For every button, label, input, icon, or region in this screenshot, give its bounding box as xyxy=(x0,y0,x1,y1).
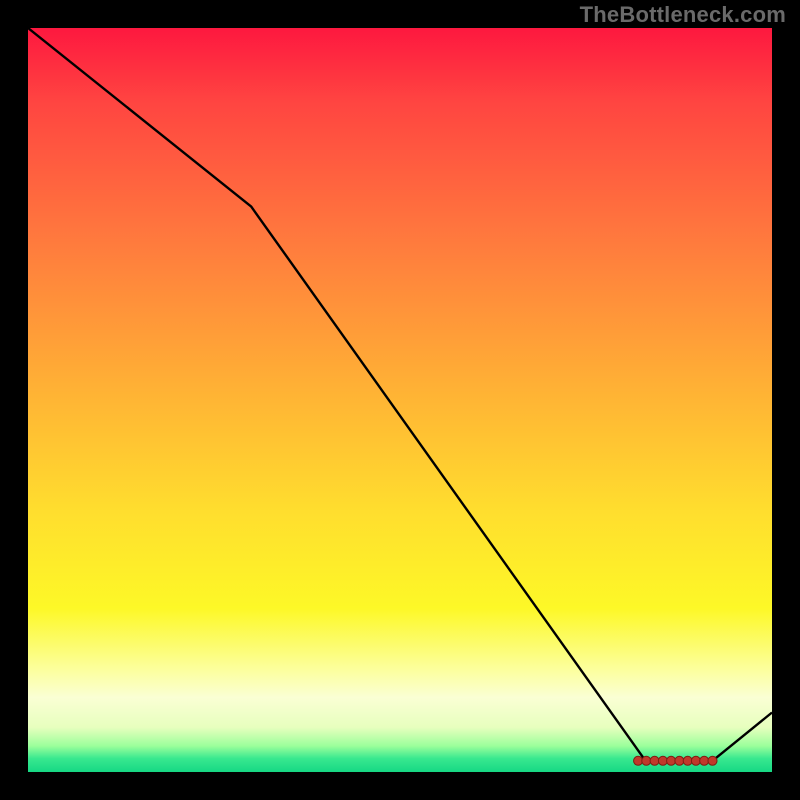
valley-marker xyxy=(691,756,700,765)
valley-marker xyxy=(667,756,676,765)
marker-group xyxy=(634,756,717,765)
valley-marker xyxy=(634,756,643,765)
watermark-text: TheBottleneck.com xyxy=(580,2,786,28)
chart-svg xyxy=(28,28,772,772)
valley-marker xyxy=(658,756,667,765)
valley-marker xyxy=(650,756,659,765)
bottleneck-curve xyxy=(28,28,772,761)
plot-area xyxy=(28,28,772,772)
valley-marker xyxy=(683,756,692,765)
valley-marker xyxy=(708,756,717,765)
valley-marker xyxy=(675,756,684,765)
valley-marker xyxy=(642,756,651,765)
chart-container: TheBottleneck.com xyxy=(0,0,800,800)
valley-marker xyxy=(700,756,709,765)
